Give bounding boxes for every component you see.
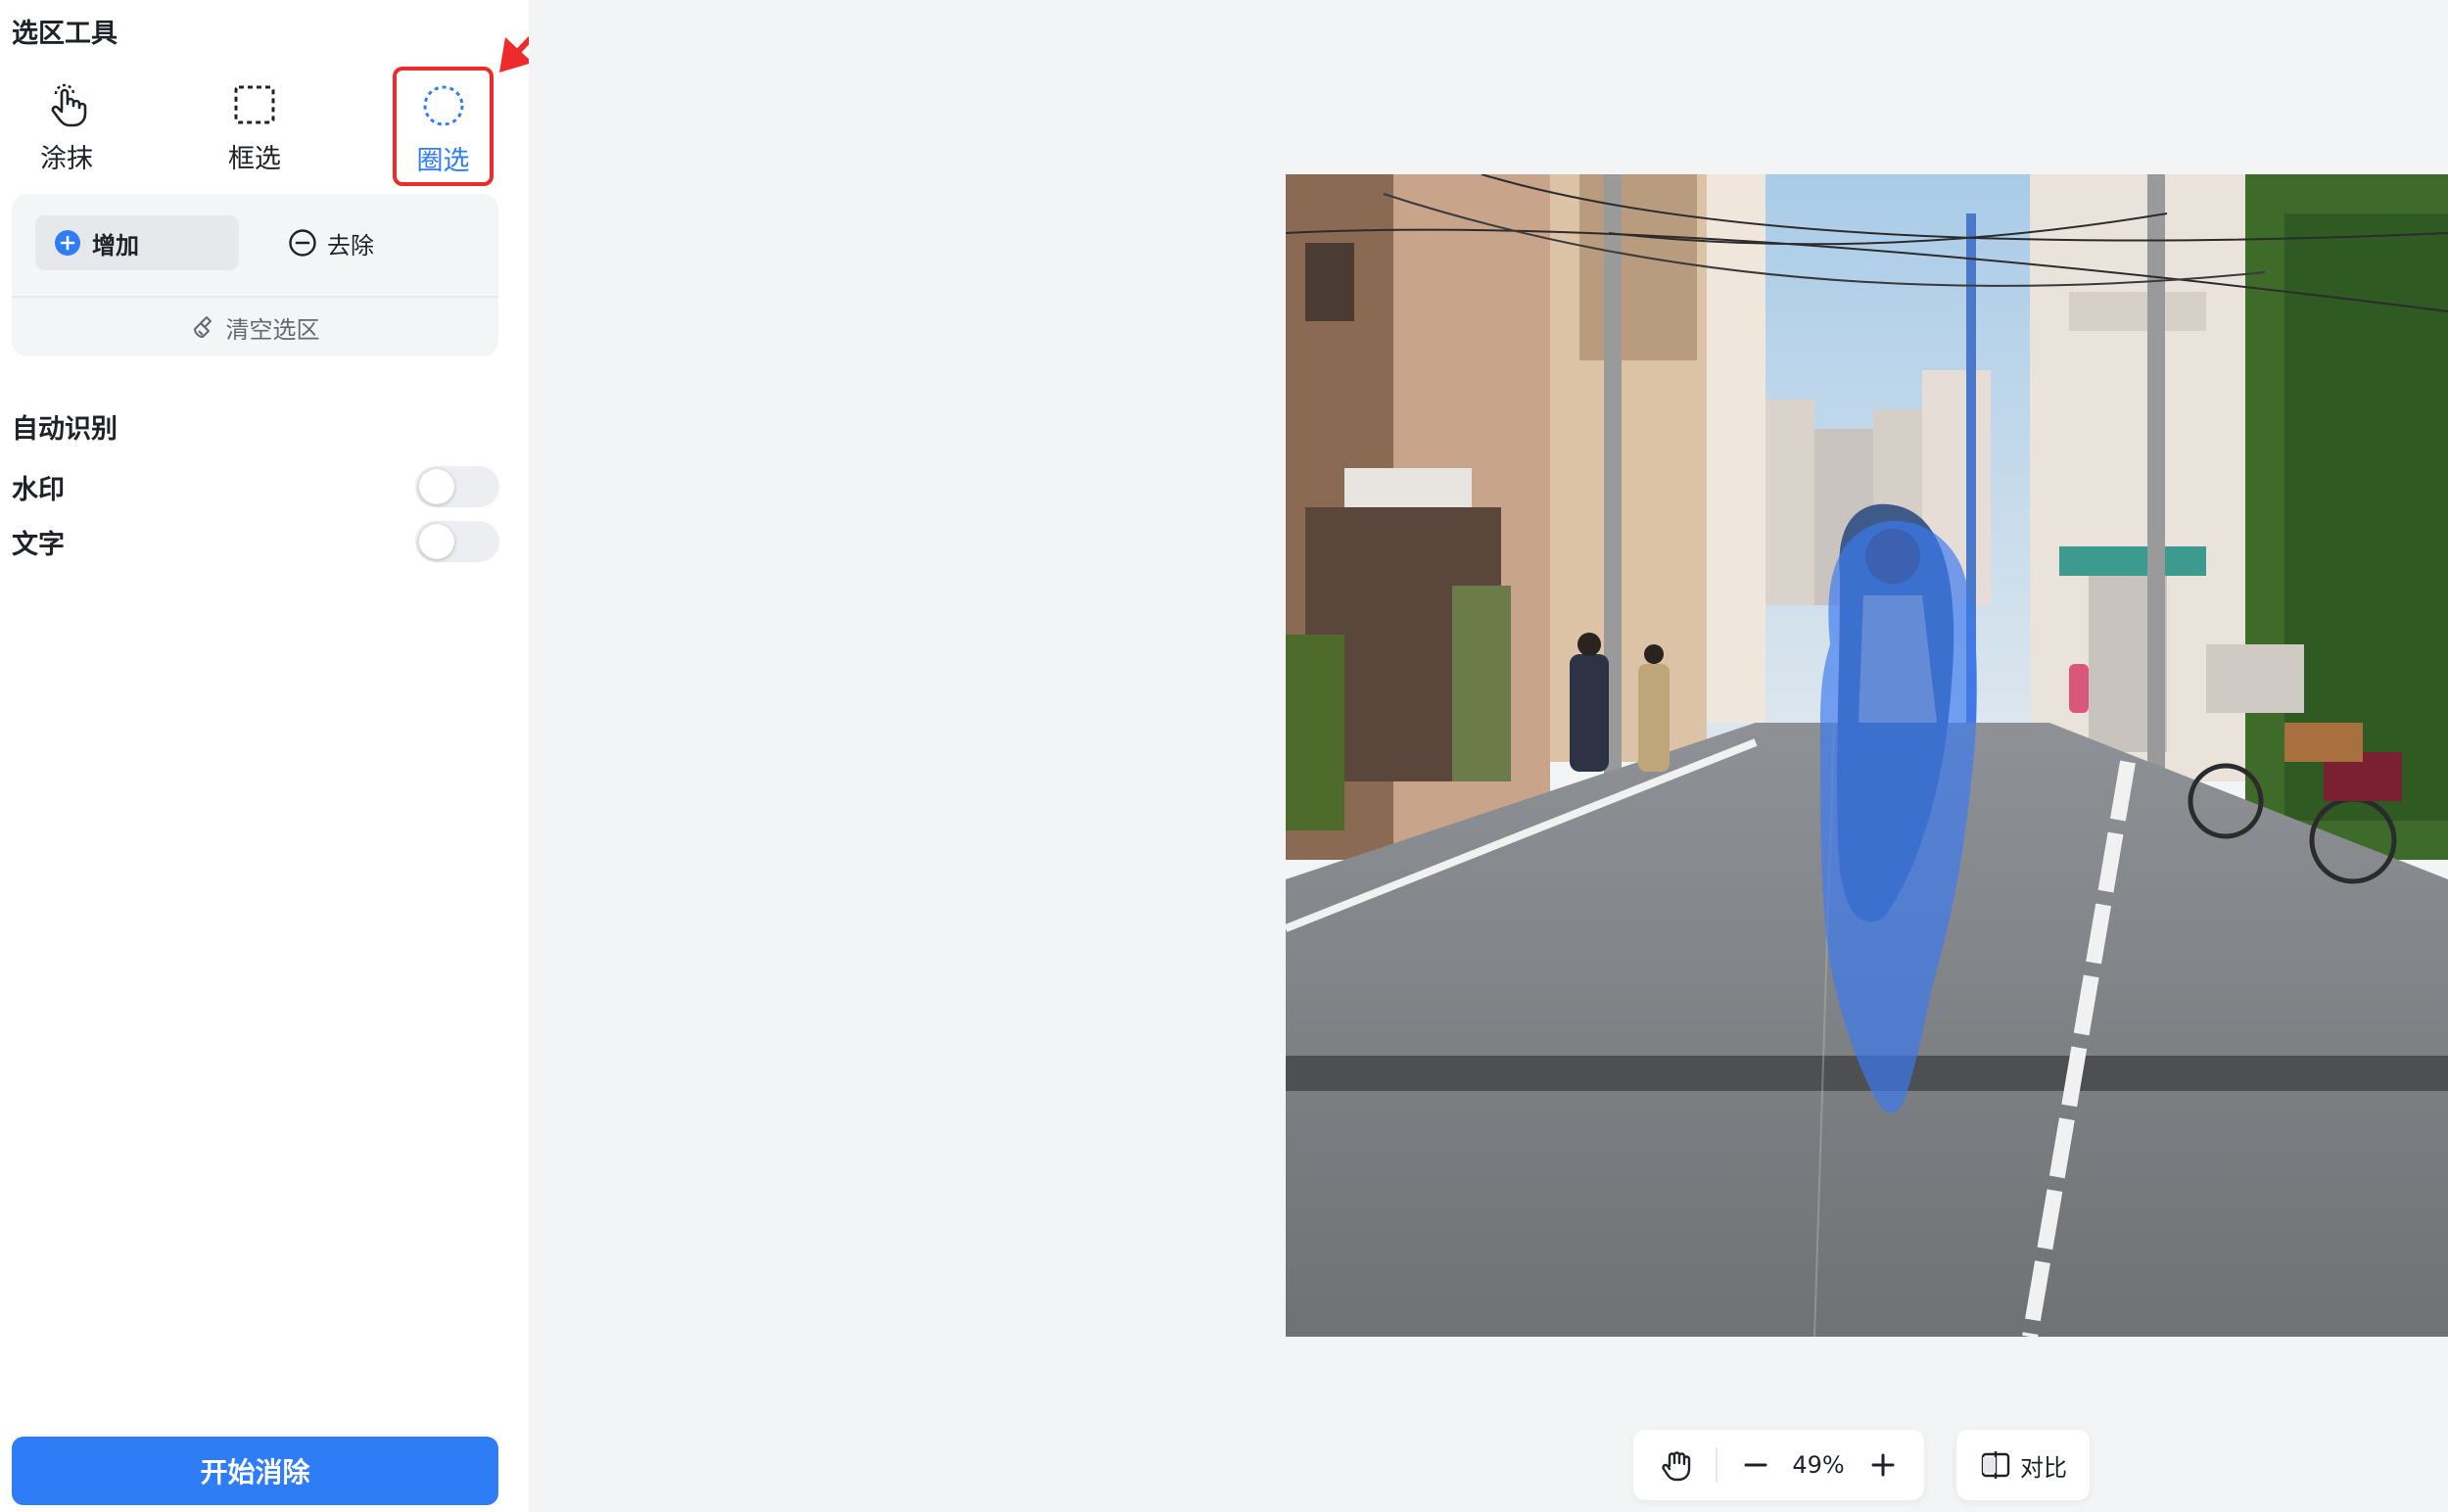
street-photo[interactable]: [1286, 174, 2448, 1337]
tool-box-label: 框选: [228, 144, 281, 174]
tool-lasso-select[interactable]: 圈选: [393, 67, 494, 186]
broom-icon: [193, 316, 212, 338]
remove-mode-button[interactable]: 去除: [270, 215, 474, 270]
toggle-knob: [419, 469, 454, 504]
pan-hand-button[interactable]: [1645, 1430, 1708, 1500]
tool-smear-label: 涂抹: [40, 144, 93, 174]
plus-icon: [1871, 1453, 1895, 1477]
left-panel: 选区工具 涂抹 框选 圈选 增加 去除 清空选区 自动识别 水印 文字 开始消除: [0, 0, 557, 1512]
editing-canvas[interactable]: [529, 0, 2448, 1512]
dashed-circle-icon: [423, 85, 463, 126]
remove-mode-label: 去除: [327, 231, 374, 260]
plus-circle-icon: [55, 230, 80, 256]
zoom-toolbar: 49%: [1633, 1430, 1924, 1500]
watermark-row: 水印: [12, 465, 499, 508]
watermark-toggle[interactable]: [415, 466, 499, 507]
dashed-rectangle-icon: [234, 85, 275, 124]
street-scene-image: [1286, 174, 2448, 1337]
add-mode-button[interactable]: 增加: [35, 215, 239, 270]
tool-box-select[interactable]: 框选: [204, 74, 306, 180]
tool-smear[interactable]: 涂抹: [16, 74, 118, 180]
minus-circle-icon: [289, 229, 316, 257]
clear-selection-label: 清空选区: [225, 315, 320, 344]
toolbar-divider: [1716, 1447, 1718, 1483]
compare-label: 对比: [2020, 1453, 2067, 1482]
start-erase-button[interactable]: 开始消除: [12, 1437, 498, 1505]
zoom-out-button[interactable]: [1731, 1430, 1780, 1500]
minus-icon: [1744, 1463, 1767, 1467]
compare-button[interactable]: 对比: [1956, 1430, 2090, 1500]
zoom-in-button[interactable]: [1857, 1430, 1909, 1500]
selection-mode-panel: 增加 去除 清空选区: [12, 194, 498, 356]
text-label: 文字: [12, 529, 65, 560]
toggle-knob: [419, 524, 454, 559]
selection-tools: 涂抹 框选 圈选: [0, 67, 529, 186]
hand-icon: [1662, 1451, 1691, 1482]
finger-tap-icon: [51, 83, 87, 127]
auto-detect-title: 自动识别: [12, 414, 118, 445]
add-mode-label: 增加: [92, 231, 139, 260]
watermark-label: 水印: [12, 474, 65, 505]
text-row: 文字: [12, 520, 499, 563]
text-toggle[interactable]: [415, 521, 499, 562]
clear-selection-button[interactable]: 清空选区: [12, 298, 498, 356]
zoom-level: 49%: [1792, 1451, 1845, 1479]
tools-title: 选区工具: [12, 19, 118, 49]
compare-split-icon: [1981, 1451, 2010, 1479]
tool-lasso-label: 圈选: [416, 146, 470, 176]
